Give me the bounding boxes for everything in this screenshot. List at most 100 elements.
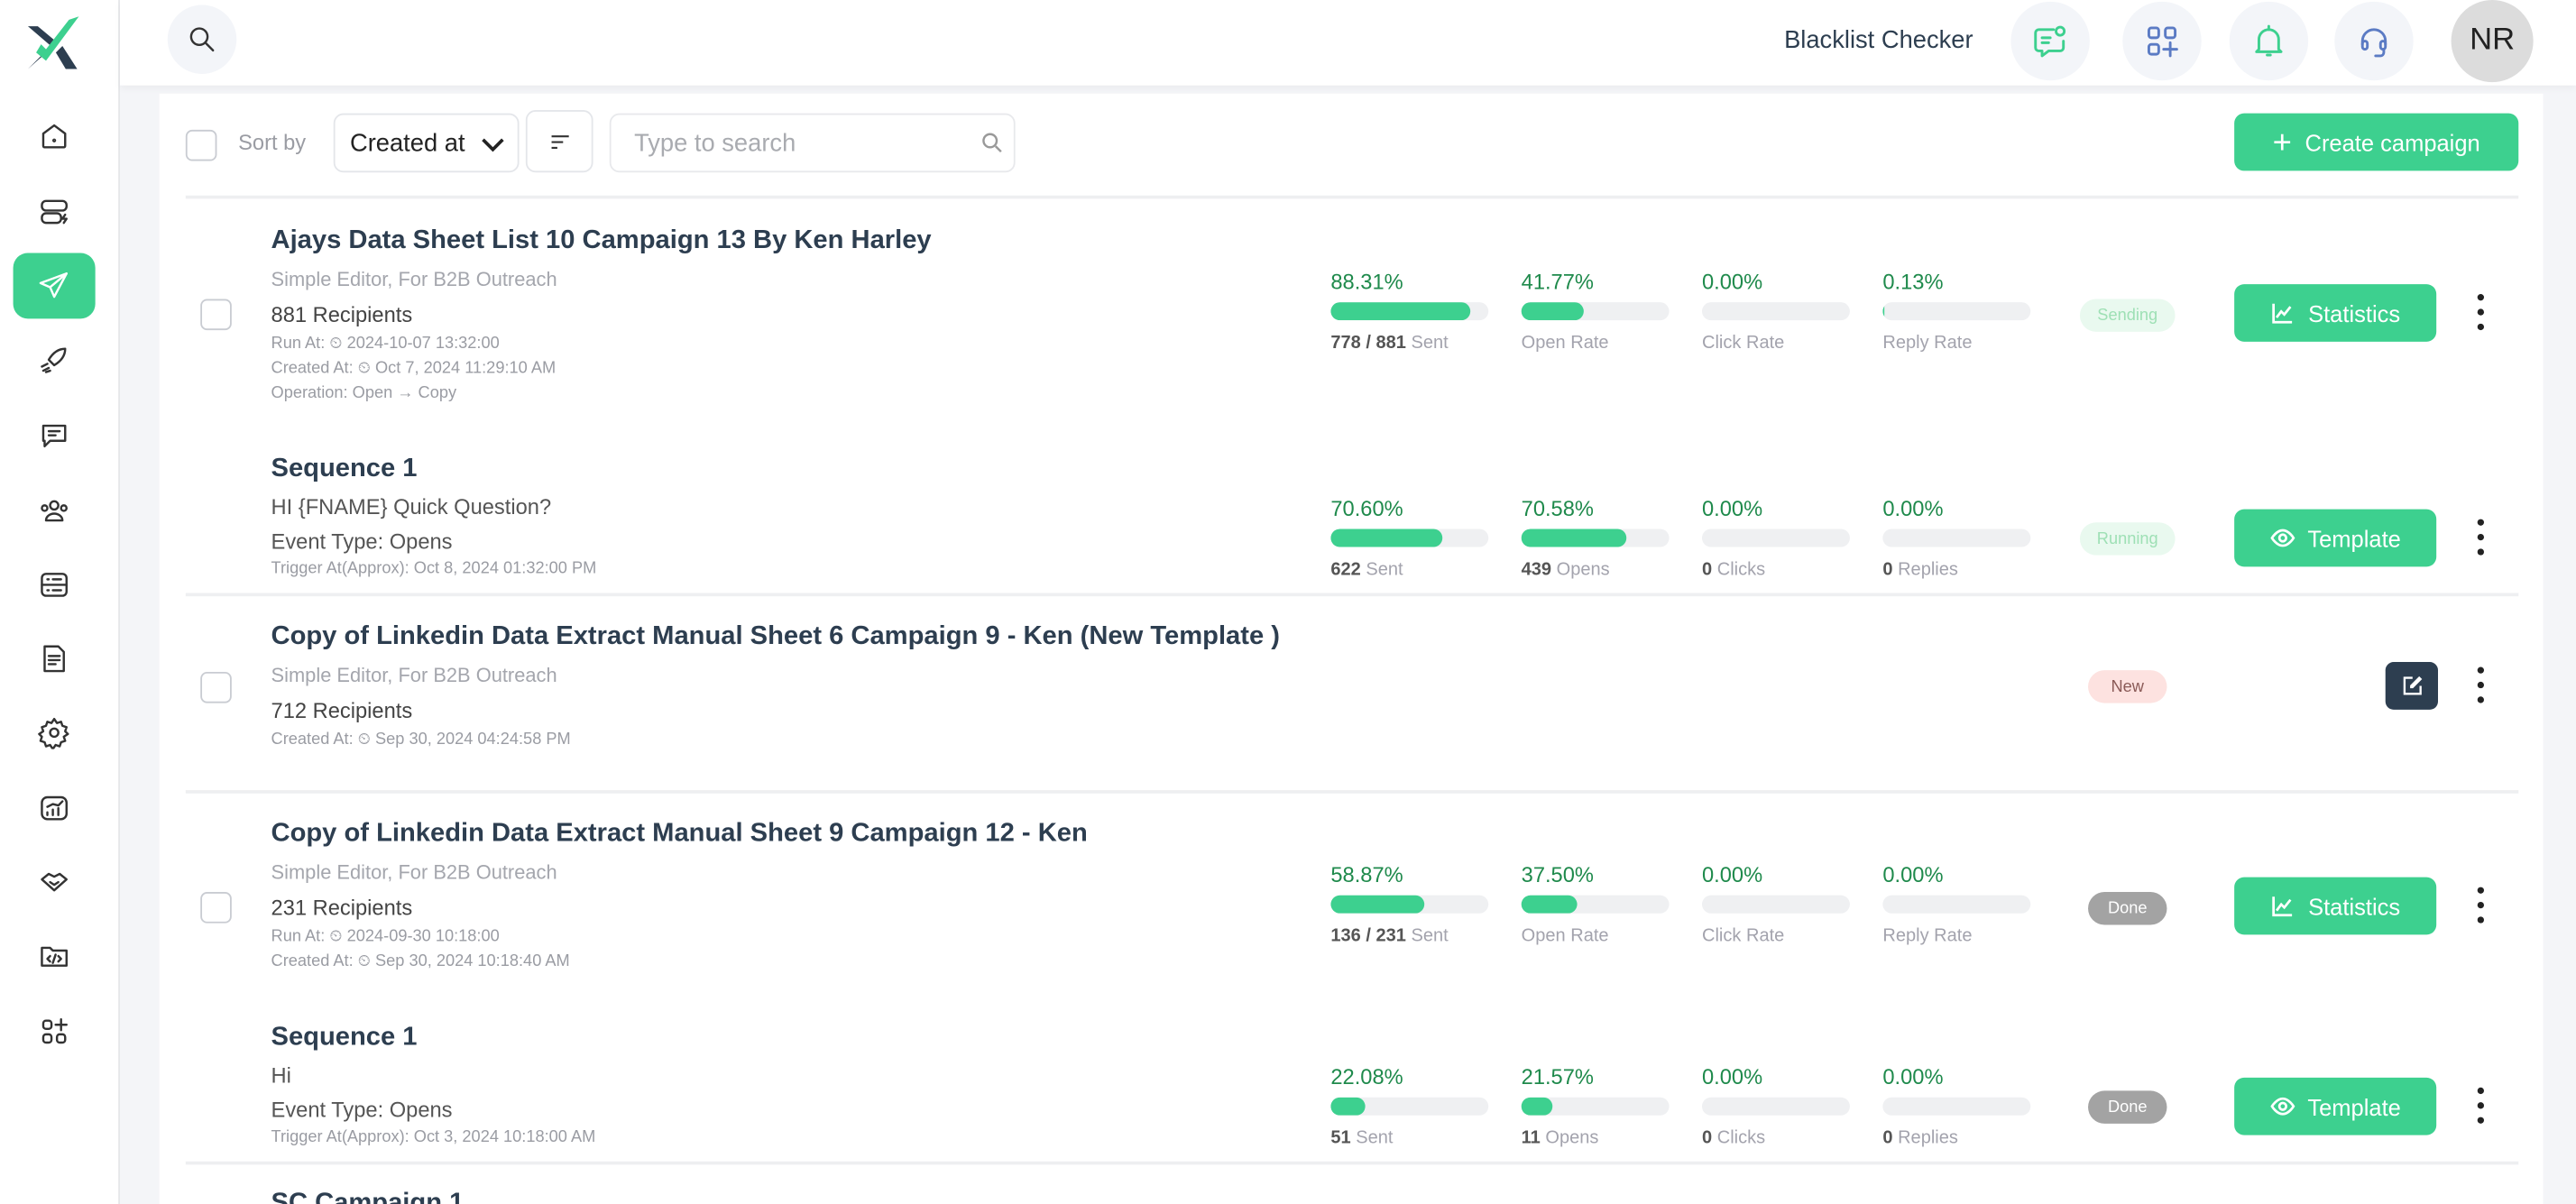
sidebar-item-analytics[interactable] bbox=[14, 776, 96, 841]
apps-icon bbox=[38, 1016, 70, 1048]
select-all-checkbox[interactable] bbox=[186, 130, 217, 161]
progress-fill bbox=[1522, 1098, 1553, 1116]
sort-direction-button[interactable] bbox=[526, 110, 593, 172]
button-label: Template bbox=[2307, 1093, 2400, 1119]
support-button[interactable] bbox=[2334, 2, 2413, 80]
sidebar-item-documents[interactable] bbox=[14, 626, 96, 692]
blacklist-checker-link[interactable]: Blacklist Checker bbox=[1784, 26, 1973, 54]
progress-bar bbox=[1702, 302, 1850, 320]
statistics-button[interactable]: Statistics bbox=[2234, 284, 2436, 342]
stat-percent: 21.57% bbox=[1522, 1064, 1670, 1090]
sidebar-item-launch[interactable] bbox=[14, 326, 96, 392]
progress-bar bbox=[1702, 529, 1850, 547]
sidebar-item-developer[interactable] bbox=[14, 924, 96, 989]
stat-percent: 0.00% bbox=[1882, 496, 2030, 522]
template-button[interactable]: Template bbox=[2234, 510, 2436, 567]
stat-count: 778 / 881 bbox=[1330, 334, 1406, 354]
create-campaign-button[interactable]: + Create campaign bbox=[2234, 114, 2518, 171]
sidebar-item-campaigns[interactable] bbox=[14, 253, 96, 319]
stat-label: Sent bbox=[1361, 560, 1403, 580]
stat-percent: 70.60% bbox=[1330, 496, 1488, 522]
notifications-button[interactable] bbox=[2230, 2, 2308, 80]
stat-label: Reply Rate bbox=[1882, 334, 1972, 354]
campaign-row: Copy of Linkedin Data Extract Manual She… bbox=[186, 816, 2518, 974]
settings-icon bbox=[38, 716, 70, 749]
sidebar-item-messages[interactable] bbox=[14, 402, 96, 468]
chart-icon bbox=[2270, 894, 2295, 918]
search-input[interactable] bbox=[610, 114, 1016, 173]
logo-icon bbox=[23, 14, 83, 73]
sidebar-item-contacts[interactable] bbox=[14, 478, 96, 544]
contacts-icon bbox=[38, 494, 70, 527]
user-avatar[interactable]: NR bbox=[2452, 0, 2534, 82]
row-checkbox[interactable] bbox=[200, 892, 232, 924]
template-button[interactable]: Template bbox=[2234, 1078, 2436, 1135]
stat-label: Opens bbox=[1551, 560, 1610, 580]
progress-bar bbox=[1522, 1098, 1670, 1116]
campaign-row: Ajays Data Sheet List 10 Campaign 13 By … bbox=[186, 224, 2518, 406]
sidebar-item-servers[interactable] bbox=[14, 179, 96, 245]
search-button[interactable] bbox=[168, 5, 237, 74]
button-label: Statistics bbox=[2308, 893, 2400, 919]
sequence-title: Sequence 1 bbox=[271, 1020, 2519, 1056]
progress-bar bbox=[1882, 1098, 2030, 1116]
stat-2: 0.00% Click Rate bbox=[1702, 862, 1850, 950]
stat-label: Replies bbox=[1893, 560, 1958, 580]
row-divider bbox=[186, 790, 2518, 794]
documents-icon bbox=[38, 642, 70, 675]
progress-fill bbox=[1522, 529, 1626, 547]
campaign-title[interactable]: Copy of Linkedin Data Extract Manual She… bbox=[271, 620, 2519, 656]
sort-by-label: Sort by bbox=[238, 130, 306, 154]
created-at: Created At: ⏲ Sep 30, 2024 10:18:40 AM bbox=[271, 950, 2519, 974]
campaign-title[interactable]: Copy of Linkedin Data Extract Manual She… bbox=[271, 816, 2519, 852]
progress-bar bbox=[1702, 896, 1850, 914]
analytics-icon bbox=[38, 792, 70, 824]
more-options-button[interactable] bbox=[2472, 519, 2489, 556]
stat-label: Clicks bbox=[1712, 560, 1765, 580]
plus-icon: + bbox=[2273, 125, 2292, 158]
search-icon bbox=[186, 23, 218, 56]
stat-count: 136 / 231 bbox=[1330, 926, 1406, 946]
chart-icon bbox=[2270, 300, 2295, 325]
campaign-title[interactable]: Ajays Data Sheet List 10 Campaign 13 By … bbox=[271, 224, 2519, 260]
progress-bar bbox=[1522, 529, 1670, 547]
sidebar-item-forms[interactable] bbox=[14, 552, 96, 618]
servers-icon bbox=[38, 196, 70, 228]
statistics-button[interactable]: Statistics bbox=[2234, 878, 2436, 935]
chat-settings-button[interactable] bbox=[2010, 2, 2089, 80]
stat-count: 11 bbox=[1522, 1128, 1541, 1148]
stat-label: Replies bbox=[1893, 1128, 1958, 1148]
sidebar-item-apps[interactable] bbox=[14, 998, 96, 1064]
edit-button[interactable] bbox=[2386, 662, 2438, 710]
stat-2: 0.00% 0 Clicks bbox=[1702, 1064, 1850, 1152]
sidebar-item-partnership[interactable] bbox=[14, 850, 96, 915]
more-options-button[interactable] bbox=[2472, 667, 2489, 703]
more-options-button[interactable] bbox=[2472, 887, 2489, 924]
search-icon bbox=[980, 130, 1006, 156]
row-checkbox[interactable] bbox=[200, 299, 232, 331]
progress-fill bbox=[1522, 896, 1577, 914]
stat-count: 0 bbox=[1882, 1128, 1892, 1148]
apps-add-button[interactable] bbox=[2122, 2, 2201, 80]
sort-select[interactable]: Created at bbox=[334, 114, 520, 173]
stat-2: 0.00% Click Rate bbox=[1702, 270, 1850, 357]
divider bbox=[186, 196, 2518, 199]
more-options-button[interactable] bbox=[2472, 1088, 2489, 1124]
stat-label: Open Rate bbox=[1522, 926, 1609, 946]
campaign-title[interactable]: SC Campaign 1 bbox=[271, 1186, 2519, 1204]
progress-bar bbox=[1702, 1098, 1850, 1116]
more-options-button[interactable] bbox=[2472, 294, 2489, 330]
progress-bar bbox=[1330, 302, 1488, 320]
stat-3: 0.00% Reply Rate bbox=[1882, 862, 2030, 950]
sidebar-item-home[interactable] bbox=[14, 104, 96, 170]
sidebar-item-settings[interactable] bbox=[14, 700, 96, 766]
create-campaign-label: Create campaign bbox=[2305, 129, 2480, 155]
progress-bar bbox=[1522, 896, 1670, 914]
progress-bar bbox=[1330, 896, 1488, 914]
stat-label: Sent bbox=[1406, 334, 1449, 354]
eye-icon bbox=[2269, 526, 2294, 550]
stat-label: Opens bbox=[1541, 1128, 1599, 1148]
stat-3: 0.00% 0 Replies bbox=[1882, 1064, 2030, 1152]
row-checkbox[interactable] bbox=[200, 672, 232, 703]
stat-1: 41.77% Open Rate bbox=[1522, 270, 1670, 357]
